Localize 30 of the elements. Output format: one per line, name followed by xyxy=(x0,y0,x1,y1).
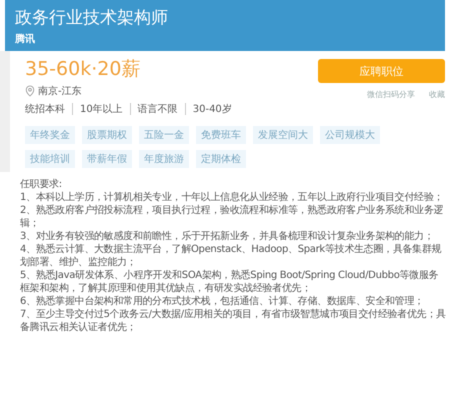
requirement-item: 1、本科以上学历，计算机相关专业，十年以上信息化从业经验，五年以上政府行业项目交付经验； xyxy=(20,191,444,204)
benefit-tag: 公司规模大 xyxy=(320,126,380,144)
description-heading: 任职要求: xyxy=(20,178,63,191)
requirement-item: 6、熟悉掌握中台架构和常用的分布式技术栈，包括通信、计算、存储、数据库、安全和管理； xyxy=(20,295,425,308)
salary-text: 35-60k·20薪 xyxy=(25,57,142,81)
benefit-tag: 年度旅游 xyxy=(139,150,189,168)
requirement-item: 3、对业务有较强的敏感度和前瞻性，乐于开拓新业务，并具备梳理和设计复杂业务架构的能力； xyxy=(20,230,434,243)
requirement-item: 4、熟悉云计算、大数据主流平台，了解Openstack、Hadoop、Spark等技术生态圈，具备集群规划部署、维护、监控能力； xyxy=(20,243,442,269)
requirement-text: 10年以上 xyxy=(80,102,123,116)
benefit-tag: 技能培训 xyxy=(25,150,75,168)
company-name: 腾讯 xyxy=(15,32,36,46)
requirement-item: 7、至少主导交付过5个政务云/大数据/应用相关的项目，有省市级智慧城市项目交付经验者优先；具备腾讯云相关认证者优先； xyxy=(20,308,446,334)
benefit-tag: 免费班车 xyxy=(196,126,246,144)
requirement-item: 2、熟悉政府客户招投标流程，项目执行过程，验收流程和标准等，熟悉政府客户业务系统和业务逻辑； xyxy=(20,204,444,230)
action-link[interactable]: 微信扫码分享 xyxy=(367,89,415,100)
benefit-tag: 带薪年假 xyxy=(82,150,132,168)
benefit-tag: 定期体检 xyxy=(196,150,246,168)
benefit-tag: 年终奖金 xyxy=(25,126,75,144)
benefit-tag: 股票期权 xyxy=(82,126,132,144)
location-text: 南京-江东 xyxy=(38,84,82,98)
benefit-tag: 五险一金 xyxy=(139,126,189,144)
requirement-item: 5、熟悉Java研发体系、小程序开发和SOA架构，熟悉Sping Boot/Spring Cloud/Dubbo等微服务框架和架构，了解其原理和使用其优缺点，有研发实战经验者优先； xyxy=(20,269,440,295)
location-pin-icon xyxy=(25,85,35,97)
benefit-tag: 发展空间大 xyxy=(253,126,313,144)
apply-button[interactable]: 应聘职位 xyxy=(318,59,445,83)
requirement-text: 30-40岁 xyxy=(192,102,232,116)
action-link[interactable]: 收藏 xyxy=(429,89,445,100)
requirement-text: 语言不限 xyxy=(138,102,178,116)
requirement-text: 统招本科 xyxy=(25,102,65,116)
job-title: 政务行业技术架构师 xyxy=(15,7,169,30)
